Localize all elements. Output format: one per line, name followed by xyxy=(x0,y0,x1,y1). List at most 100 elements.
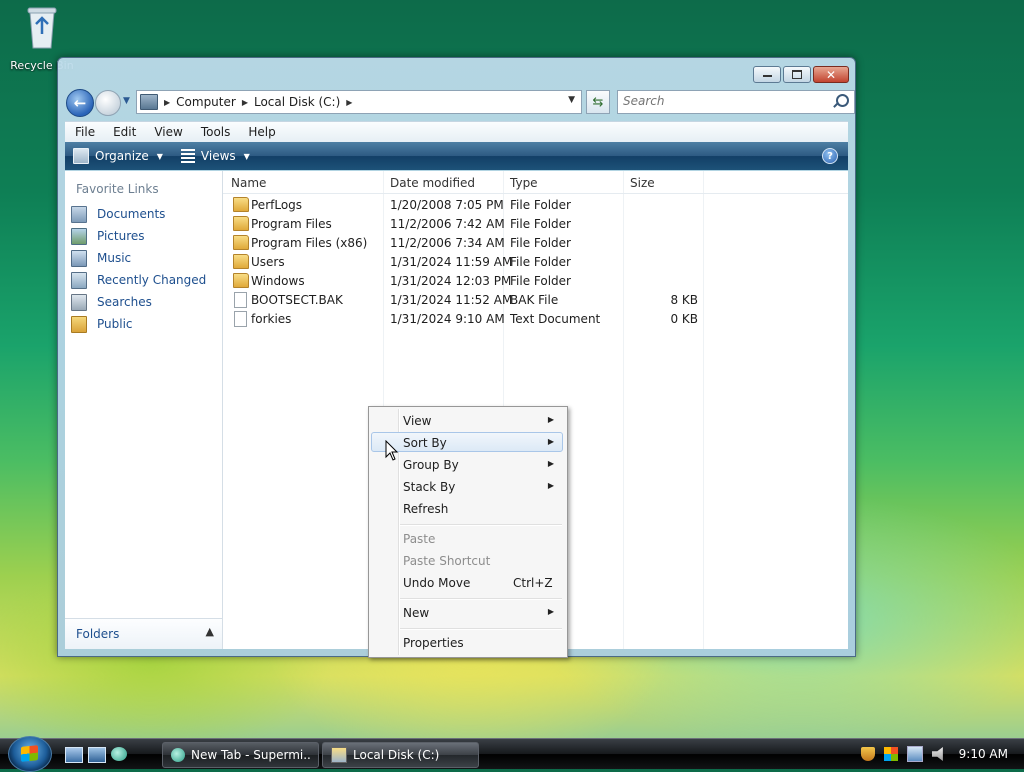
views-icon xyxy=(180,149,195,163)
start-button[interactable] xyxy=(8,736,52,772)
file-date: 1/31/2024 12:03 PM xyxy=(390,274,512,288)
menu-item-stack-by[interactable]: Stack By ▶ xyxy=(371,476,563,496)
column-header-type[interactable]: Type xyxy=(510,176,538,190)
menu-item-label: New xyxy=(403,606,430,620)
fav-item-label: Pictures xyxy=(97,229,145,243)
fav-item-searches[interactable]: Searches xyxy=(71,291,206,313)
taskbar-button-label: Local Disk (C:) xyxy=(353,748,440,762)
search-input[interactable] xyxy=(618,91,823,111)
search-icon[interactable] xyxy=(836,94,849,107)
show-desktop-icon[interactable] xyxy=(65,747,83,763)
breadcrumb-local-disk[interactable]: Local Disk (C:) xyxy=(254,95,340,109)
close-button[interactable]: ✕ xyxy=(813,66,849,83)
menu-item-label: Paste xyxy=(403,532,436,546)
favorite-links-title: Favorite Links xyxy=(76,182,159,196)
switch-windows-icon[interactable] xyxy=(88,747,106,763)
menu-view[interactable]: View xyxy=(144,125,190,139)
fav-item-recently-changed[interactable]: Recently Changed xyxy=(71,269,206,291)
back-arrow-icon: ← xyxy=(73,94,87,112)
file-date: 1/20/2008 7:05 PM xyxy=(390,198,504,212)
fav-item-documents[interactable]: Documents xyxy=(71,203,206,225)
folder-icon xyxy=(233,216,249,231)
folders-toggle[interactable]: Folders ▲ xyxy=(65,618,222,649)
menu-tools[interactable]: Tools xyxy=(191,125,239,139)
refresh-button[interactable]: ⇆ xyxy=(586,90,610,114)
taskbar-button-label: New Tab - Supermi... xyxy=(191,748,311,762)
file-row[interactable]: BOOTSECT.BAK 1/31/2024 11:52 AM BAK File… xyxy=(223,290,848,309)
chevron-down-icon: ▼ xyxy=(156,151,163,161)
searches-icon xyxy=(71,293,87,311)
menu-item-properties[interactable]: Properties xyxy=(371,632,563,652)
menu-item-undo-move[interactable]: Undo Move Ctrl+Z xyxy=(371,572,563,592)
menu-item-label: Sort By xyxy=(403,436,447,450)
menu-item-paste-shortcut: Paste Shortcut xyxy=(371,550,563,570)
text-file-icon xyxy=(234,311,247,327)
column-header-name[interactable]: Name xyxy=(231,176,266,190)
help-button[interactable]: ? xyxy=(822,148,838,164)
file-name: PerfLogs xyxy=(251,198,303,212)
column-header-date[interactable]: Date modified xyxy=(390,176,475,190)
file-type: File Folder xyxy=(510,236,571,250)
fav-item-pictures[interactable]: Pictures xyxy=(71,225,206,247)
back-button[interactable]: ← xyxy=(66,89,94,117)
menu-separator xyxy=(400,598,562,600)
file-size: 0 KB xyxy=(670,312,698,326)
maximize-icon xyxy=(792,70,802,79)
menu-item-refresh[interactable]: Refresh xyxy=(371,498,563,518)
breadcrumb-chevron-icon[interactable]: ▶ xyxy=(242,98,248,107)
maximize-button[interactable] xyxy=(783,66,811,83)
documents-icon xyxy=(71,205,87,223)
views-button[interactable]: Views ▼ xyxy=(180,149,250,163)
menu-edit[interactable]: Edit xyxy=(103,125,144,139)
submenu-arrow-icon: ▶ xyxy=(547,481,554,490)
address-dropdown-icon[interactable]: ▼ xyxy=(568,95,575,105)
submenu-arrow-icon: ▶ xyxy=(547,459,554,468)
file-row[interactable]: Program Files (x86) 11/2/2006 7:34 AM Fi… xyxy=(223,233,848,252)
organize-button[interactable]: Organize ▼ xyxy=(73,148,163,164)
menu-help[interactable]: Help xyxy=(238,125,283,139)
column-header-size[interactable]: Size xyxy=(630,176,655,190)
menu-item-label: View xyxy=(403,414,432,428)
browser-icon xyxy=(171,748,185,762)
address-bar[interactable]: ▶ Computer ▶ Local Disk (C:) ▶ ▼ xyxy=(136,90,582,114)
file-row[interactable]: Program Files 11/2/2006 7:42 AM File Fol… xyxy=(223,214,848,233)
forward-button[interactable] xyxy=(95,90,121,116)
recent-pages-dropdown[interactable]: ▼ xyxy=(123,96,130,106)
network-icon[interactable] xyxy=(906,746,923,762)
windows-flag-icon[interactable] xyxy=(883,747,898,761)
fav-item-music[interactable]: Music xyxy=(71,247,206,269)
menu-item-shortcut: Ctrl+Z xyxy=(513,576,553,590)
breadcrumb-chevron-icon[interactable]: ▶ xyxy=(346,98,352,107)
taskbar-button-browser[interactable]: New Tab - Supermi... xyxy=(162,742,319,768)
recycle-bin-icon xyxy=(27,7,57,49)
search-box[interactable] xyxy=(617,90,855,114)
menu-item-group-by[interactable]: Group By ▶ xyxy=(371,454,563,474)
chevron-up-icon: ▲ xyxy=(205,625,214,638)
menu-file[interactable]: File xyxy=(65,125,103,139)
fav-item-label: Documents xyxy=(97,207,166,221)
navigation-pane: Favorite Links Documents Pictures Music … xyxy=(65,171,223,649)
file-row[interactable]: PerfLogs 1/20/2008 7:05 PM File Folder xyxy=(223,195,848,214)
menu-separator xyxy=(400,524,562,526)
browser-quicklaunch-icon[interactable] xyxy=(111,747,127,761)
file-row[interactable]: Users 1/31/2024 11:59 AM File Folder xyxy=(223,252,848,271)
file-row[interactable]: forkies 1/31/2024 9:10 AM Text Document … xyxy=(223,309,848,328)
minimize-button[interactable] xyxy=(753,66,781,83)
column-header-row: Name Date modified Type Size xyxy=(223,171,848,194)
breadcrumb-computer[interactable]: Computer xyxy=(176,95,236,109)
file-name: Users xyxy=(251,255,285,269)
breadcrumb-chevron-icon[interactable]: ▶ xyxy=(164,98,170,107)
folder-icon xyxy=(233,197,249,212)
taskbar-button-explorer[interactable]: Local Disk (C:) xyxy=(322,742,479,768)
security-shield-icon[interactable] xyxy=(860,747,875,761)
volume-muted-icon[interactable] xyxy=(931,747,943,761)
menu-item-sort-by[interactable]: Sort By ▶ xyxy=(371,432,563,452)
clock[interactable]: 9:10 AM xyxy=(959,747,1008,761)
fav-item-public[interactable]: Public xyxy=(71,313,206,335)
navigation-row: ← ▼ ▶ Computer ▶ Local Disk (C:) ▶ ▼ ⇆ xyxy=(66,89,855,117)
menu-item-view[interactable]: View ▶ xyxy=(371,410,563,430)
menu-item-new[interactable]: New ▶ xyxy=(371,602,563,622)
file-row[interactable]: Windows 1/31/2024 12:03 PM File Folder xyxy=(223,271,848,290)
command-toolbar: Organize ▼ Views ▼ ? xyxy=(65,142,848,170)
file-name: Program Files xyxy=(251,217,332,231)
